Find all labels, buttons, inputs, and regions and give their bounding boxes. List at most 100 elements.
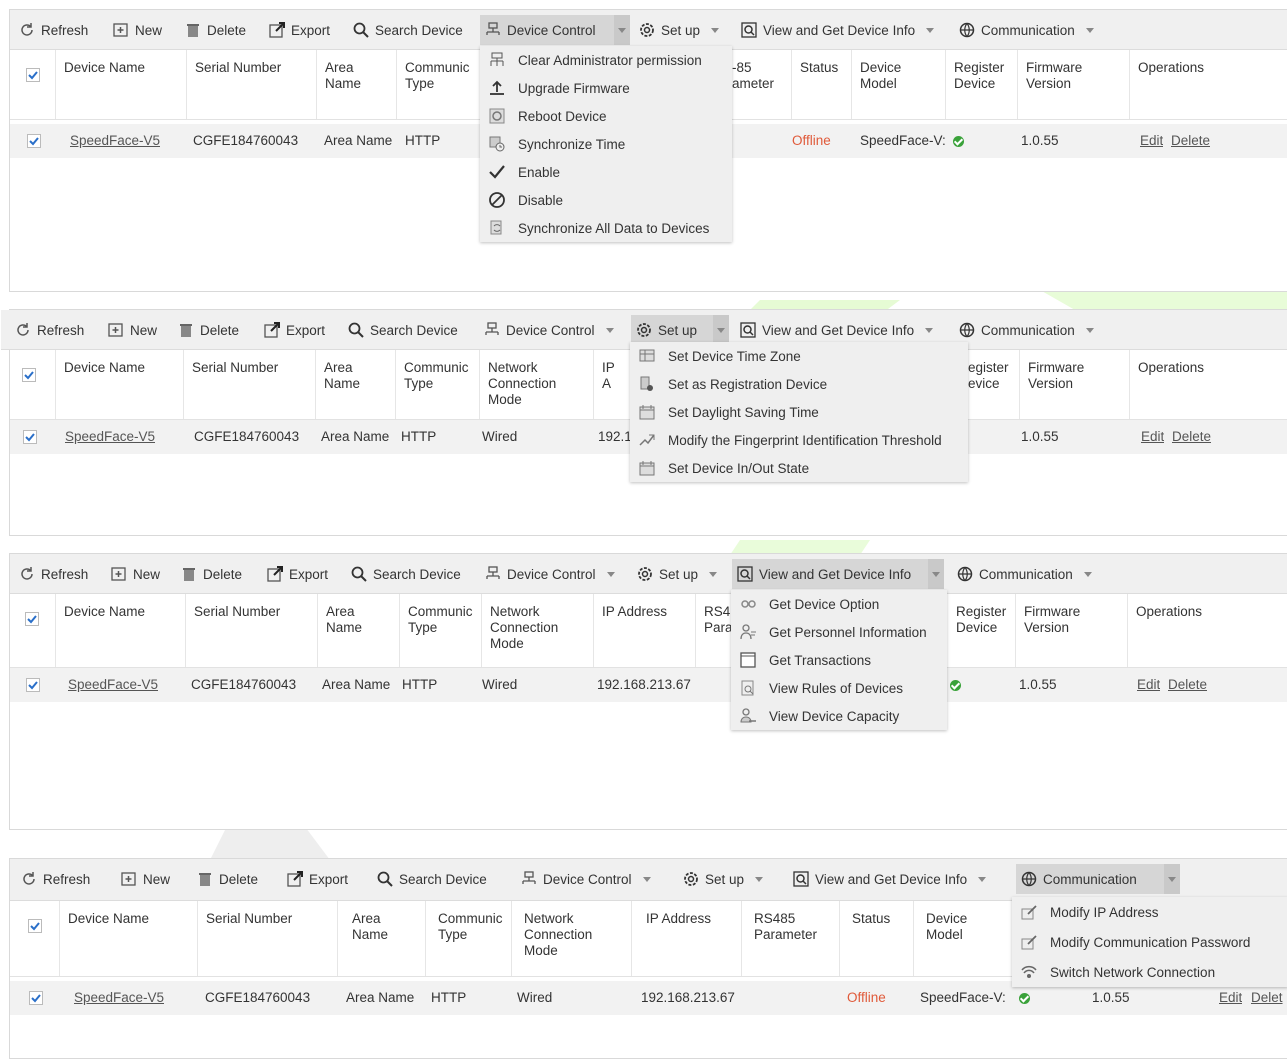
setup-button[interactable]: Set up (678, 859, 767, 899)
menu-item-upgrade-firmware[interactable]: Upgrade Firmware (480, 74, 732, 102)
menu-item-device-option[interactable]: Get Device Option (731, 590, 947, 618)
header-network-mode[interactable]: Network Connection Mode (480, 350, 594, 419)
device-name-link[interactable]: SpeedFace-V5 (65, 420, 155, 454)
header-device-name[interactable]: Device Name (56, 350, 184, 419)
view-get-info-button[interactable]: View and Get Device Info (788, 859, 990, 899)
menu-item-fingerprint-threshold[interactable]: Modify the Fingerprint Identification Th… (630, 426, 968, 454)
menu-item-reboot[interactable]: Reboot Device (480, 102, 732, 130)
menu-item-time-zone[interactable]: Set Device Time Zone (630, 342, 968, 370)
search-device-button[interactable]: Search Device (343, 310, 462, 350)
header-register-device[interactable]: Register Device (948, 594, 1016, 667)
delete-button[interactable]: Delete (180, 10, 250, 50)
header-serial-number[interactable]: Serial Number (184, 350, 316, 419)
refresh-button[interactable]: Refresh (14, 554, 92, 594)
row-checkbox[interactable] (27, 134, 41, 148)
delete-button[interactable]: Delete (173, 310, 243, 350)
row-checkbox[interactable] (23, 430, 37, 444)
device-control-button[interactable]: Device Control (480, 554, 619, 594)
header-device-model[interactable]: Device Model (852, 50, 946, 119)
header-rs485-partial[interactable]: RS4 Para (696, 594, 736, 667)
setup-button[interactable]: Set up (631, 315, 713, 345)
setup-dropdown-toggle[interactable] (713, 315, 729, 345)
header-area-name[interactable]: Area Name (317, 50, 397, 119)
export-button[interactable]: Export (264, 10, 334, 50)
header-register-partial[interactable]: egister evice (960, 350, 1020, 419)
header-rs485[interactable]: RS485 Parameter (742, 901, 840, 976)
select-all-checkbox[interactable] (25, 612, 39, 626)
header-comm-type[interactable]: Communic Type (397, 50, 481, 119)
edit-link[interactable]: Edit (1137, 668, 1160, 702)
header-register-device[interactable]: Register Device (946, 50, 1018, 119)
header-serial-number[interactable]: Serial Number (187, 50, 317, 119)
delete-link[interactable]: Delete (1172, 420, 1211, 454)
header-device-name[interactable]: Device Name (56, 594, 186, 667)
header-comm-type[interactable]: Communic Type (400, 594, 482, 667)
menu-item-switch-network[interactable]: Switch Network Connection (1012, 957, 1287, 987)
new-button[interactable]: New (106, 554, 164, 594)
delete-button[interactable]: Delete (192, 859, 262, 899)
header-network-mode[interactable]: Network Connection Mode (482, 594, 594, 667)
menu-item-device-capacity[interactable]: View Device Capacity (731, 702, 947, 730)
menu-item-daylight-saving[interactable]: Set Daylight Saving Time (630, 398, 968, 426)
header-rs485-partial[interactable]: -85 ameter (724, 50, 792, 119)
setup-button[interactable]: Set up (632, 554, 721, 594)
header-firmware-version[interactable]: Firmware Version (1020, 350, 1130, 419)
device-control-button[interactable]: Device Control (480, 15, 614, 45)
device-name-link[interactable]: SpeedFace-V5 (68, 668, 158, 702)
header-device-name[interactable]: Device Name (56, 50, 187, 119)
row-checkbox[interactable] (26, 678, 40, 692)
menu-item-clear-admin[interactable]: Clear Administrator permission (480, 46, 732, 74)
header-ip-partial[interactable]: IP A (594, 350, 634, 419)
header-device-model[interactable]: Device Model (914, 901, 1014, 976)
export-button[interactable]: Export (262, 554, 332, 594)
header-comm-type[interactable]: Communic Type (426, 901, 512, 976)
search-device-button[interactable]: Search Device (372, 859, 491, 899)
device-control-button[interactable]: Device Control (479, 310, 618, 350)
communication-button[interactable]: Communication (1016, 864, 1164, 894)
header-ip-address[interactable]: IP Address (632, 901, 742, 976)
view-info-dropdown-toggle[interactable] (928, 559, 944, 589)
search-device-button[interactable]: Search Device (346, 554, 465, 594)
device-control-button[interactable]: Device Control (516, 859, 655, 899)
new-button[interactable]: New (116, 859, 174, 899)
menu-item-modify-comm-password[interactable]: Modify Communication Password (1012, 927, 1287, 957)
header-device-name[interactable]: Device Name (60, 901, 198, 976)
edit-link[interactable]: Edit (1140, 124, 1163, 158)
row-checkbox[interactable] (29, 991, 43, 1005)
select-all-checkbox[interactable] (26, 68, 40, 82)
communication-button[interactable]: Communication (954, 310, 1098, 350)
select-all-checkbox[interactable] (28, 919, 42, 933)
setup-button[interactable]: Set up (634, 10, 723, 50)
search-device-button[interactable]: Search Device (348, 10, 467, 50)
header-serial-number[interactable]: Serial Number (186, 594, 318, 667)
menu-item-modify-ip[interactable]: Modify IP Address (1012, 897, 1287, 927)
delete-button[interactable]: Delete (176, 554, 246, 594)
export-button[interactable]: Export (282, 859, 352, 899)
header-serial-number[interactable]: Serial Number (198, 901, 338, 976)
view-get-info-button[interactable]: View and Get Device Info (732, 559, 928, 589)
header-status[interactable]: Status (840, 901, 914, 976)
header-area-name[interactable]: Area Name (338, 901, 426, 976)
header-comm-type[interactable]: Communic Type (396, 350, 480, 419)
refresh-button[interactable]: Refresh (14, 10, 92, 50)
export-button[interactable]: Export (259, 310, 329, 350)
header-area-name[interactable]: Area Name (316, 350, 396, 419)
communication-button[interactable]: Communication (952, 554, 1096, 594)
menu-item-personnel-info[interactable]: Get Personnel Information (731, 618, 947, 646)
header-ip-address[interactable]: IP Address (594, 594, 696, 667)
communication-button[interactable]: Communication (954, 10, 1098, 50)
menu-item-view-rules[interactable]: View Rules of Devices (731, 674, 947, 702)
header-firmware-version[interactable]: Firmware Version (1018, 50, 1130, 119)
view-get-info-button[interactable]: View and Get Device Info (736, 10, 938, 50)
header-firmware-version[interactable]: Firmware Version (1016, 594, 1128, 667)
delete-link[interactable]: Delete (1171, 124, 1210, 158)
header-area-name[interactable]: Area Name (318, 594, 400, 667)
menu-item-in-out-state[interactable]: Set Device In/Out State (630, 454, 968, 482)
menu-item-transactions[interactable]: Get Transactions (731, 646, 947, 674)
refresh-button[interactable]: Refresh (16, 859, 94, 899)
menu-item-sync-all-data[interactable]: Synchronize All Data to Devices (480, 214, 732, 242)
select-all-checkbox[interactable] (22, 368, 36, 382)
menu-item-disable[interactable]: Disable (480, 186, 732, 214)
menu-item-sync-time[interactable]: Synchronize Time (480, 130, 732, 158)
device-control-dropdown-toggle[interactable] (614, 15, 630, 45)
